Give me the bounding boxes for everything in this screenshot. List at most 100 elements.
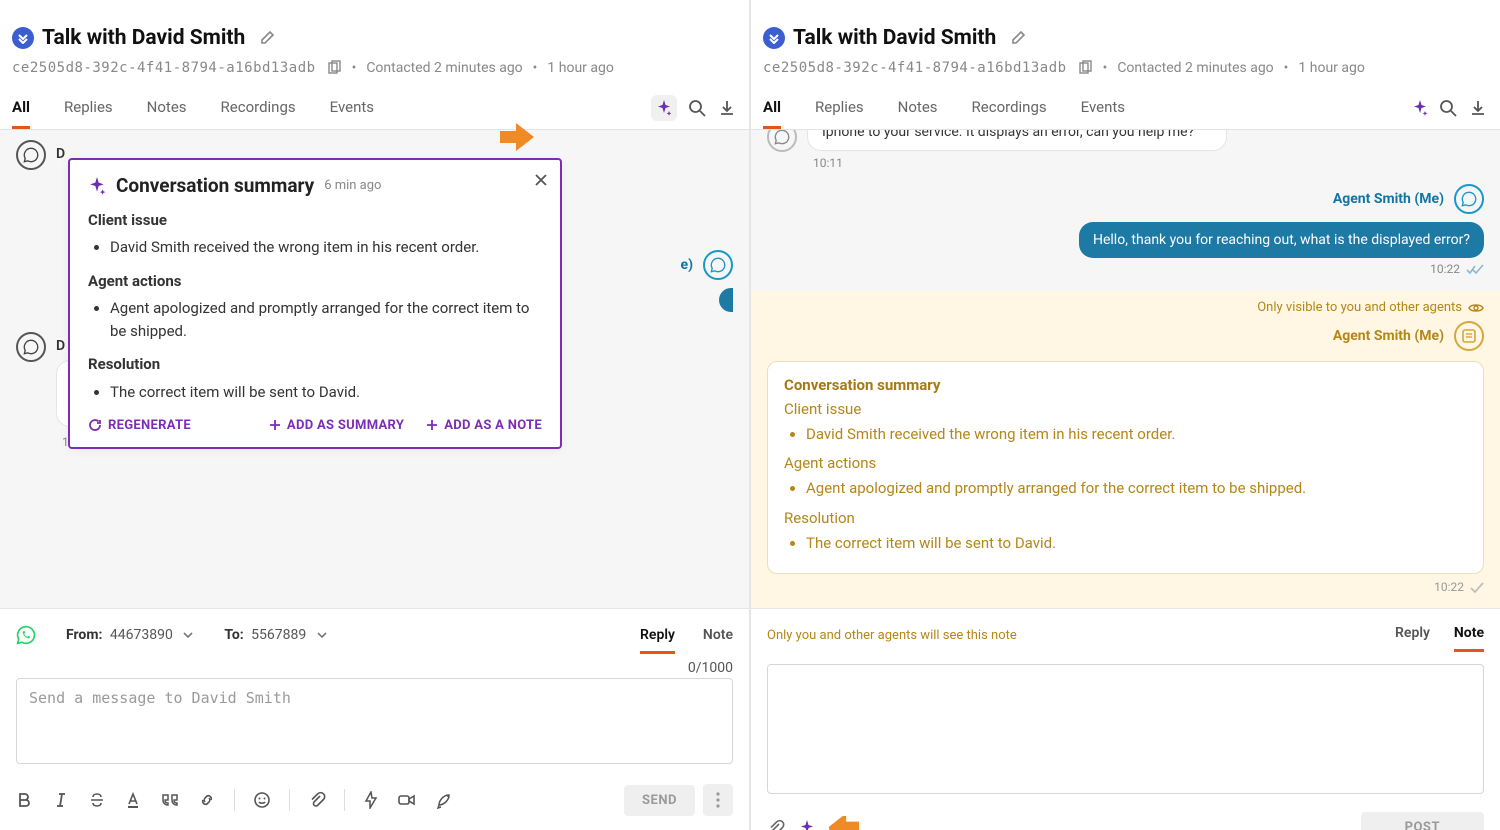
ai-summary-button[interactable] xyxy=(651,95,677,121)
download-icon[interactable] xyxy=(1468,98,1488,118)
tab-notes[interactable]: Notes xyxy=(147,86,187,129)
whatsapp-icon xyxy=(1454,184,1484,214)
composer-tab-note[interactable]: Note xyxy=(703,619,733,654)
post-button[interactable]: POST xyxy=(1361,812,1484,830)
add-as-summary-button[interactable]: ADD AS SUMMARY xyxy=(269,418,404,433)
attachment-icon[interactable] xyxy=(308,791,326,809)
composer-tab-reply[interactable]: Reply xyxy=(640,619,675,654)
ai-sparkle-icon[interactable] xyxy=(799,819,815,830)
tab-all[interactable]: All xyxy=(763,86,781,129)
status-age: 1 hour ago xyxy=(547,60,613,76)
whatsapp-icon xyxy=(16,332,46,362)
video-icon[interactable] xyxy=(397,791,417,809)
collapse-icon[interactable] xyxy=(763,27,785,49)
summary-section-label: Agent actions xyxy=(88,270,542,293)
from-field[interactable]: From: 44673890 xyxy=(66,627,194,643)
download-icon[interactable] xyxy=(717,98,737,118)
note-icon xyxy=(1454,321,1484,351)
send-more-button[interactable] xyxy=(703,784,733,816)
message-timestamp: 10:11 xyxy=(813,156,1484,170)
page-title: Talk with David Smith xyxy=(42,26,245,50)
char-counter: 0/1000 xyxy=(16,660,733,676)
sparkle-icon xyxy=(88,177,106,195)
note-title: Conversation summary xyxy=(784,374,1467,397)
launch-icon[interactable] xyxy=(435,791,453,809)
tab-events[interactable]: Events xyxy=(330,86,374,129)
add-as-note-button[interactable]: ADD AS A NOTE xyxy=(426,418,542,433)
agent-message: Hello, thank you for reaching out, what … xyxy=(1079,222,1484,258)
chevron-down-icon xyxy=(316,627,328,643)
note-item: The correct item will be sent to David. xyxy=(806,532,1467,555)
message-timestamp: 10:22 xyxy=(1430,262,1460,276)
copy-icon[interactable] xyxy=(1077,60,1093,76)
summary-age: 6 min ago xyxy=(324,178,381,193)
whatsapp-icon xyxy=(16,140,46,170)
agent-name-partial: e) xyxy=(681,257,693,273)
composer-tab-reply[interactable]: Reply xyxy=(1395,619,1430,652)
close-icon[interactable] xyxy=(534,172,548,188)
summary-section-label: Client issue xyxy=(88,209,542,232)
text-color-icon[interactable] xyxy=(124,791,142,809)
whatsapp-icon xyxy=(16,625,36,645)
bold-icon[interactable] xyxy=(16,791,34,809)
status-age: 1 hour ago xyxy=(1298,60,1364,76)
tab-replies[interactable]: Replies xyxy=(64,86,113,129)
delivered-check-icon xyxy=(1466,262,1484,276)
check-icon xyxy=(1470,580,1484,594)
edit-icon[interactable] xyxy=(1010,29,1028,47)
whatsapp-icon xyxy=(703,250,733,280)
note-hint: Only you and other agents will see this … xyxy=(767,628,1017,643)
quick-reply-icon[interactable] xyxy=(363,791,379,809)
conversation-summary-popup: Conversation summary 6 min ago Client is… xyxy=(68,158,562,449)
note-input[interactable] xyxy=(767,664,1484,794)
tab-replies[interactable]: Replies xyxy=(815,86,864,129)
tab-recordings[interactable]: Recordings xyxy=(972,86,1047,129)
record-id: ce2505d8-392c-4f41-8794-a16bd13adb xyxy=(12,60,316,76)
callout-arrow-right-icon xyxy=(500,123,534,151)
tab-events[interactable]: Events xyxy=(1081,86,1125,129)
agent-name: Agent Smith (Me) xyxy=(1333,191,1444,207)
note-card: Conversation summary Client issue David … xyxy=(767,361,1484,574)
note-author: Agent Smith (Me) xyxy=(1333,328,1444,344)
message-input[interactable] xyxy=(16,678,733,764)
summary-section-label: Resolution xyxy=(88,353,542,376)
record-id: ce2505d8-392c-4f41-8794-a16bd13adb xyxy=(763,60,1067,76)
quote-icon[interactable] xyxy=(160,791,180,809)
send-button[interactable]: SEND xyxy=(624,785,695,816)
callout-arrow-left-icon xyxy=(829,816,859,830)
edit-icon[interactable] xyxy=(259,29,277,47)
to-field[interactable]: To: 5567889 xyxy=(224,627,327,643)
note-section-label: Resolution xyxy=(784,507,1467,530)
eye-icon xyxy=(1468,300,1484,315)
chevron-down-icon xyxy=(182,627,194,643)
italic-icon[interactable] xyxy=(52,791,70,809)
note-visibility-label: Only visible to you and other agents xyxy=(1257,300,1462,315)
summary-item: David Smith received the wrong item in h… xyxy=(110,236,542,259)
note-item: Agent apologized and promptly arranged f… xyxy=(806,477,1467,500)
tab-notes[interactable]: Notes xyxy=(898,86,938,129)
emoji-icon[interactable] xyxy=(253,791,271,809)
summary-item: Agent apologized and promptly arranged f… xyxy=(110,297,542,344)
note-section-label: Agent actions xyxy=(784,452,1467,475)
page-title: Talk with David Smith xyxy=(793,26,996,50)
summary-item: The correct item will be sent to David. xyxy=(110,381,542,404)
customer-message: Iphone to your service. It displays an e… xyxy=(807,130,1227,151)
link-icon[interactable] xyxy=(198,791,216,809)
status-contacted: Contacted 2 minutes ago xyxy=(1117,60,1273,76)
note-item: David Smith received the wrong item in h… xyxy=(806,423,1467,446)
strikethrough-icon[interactable] xyxy=(88,791,106,809)
note-timestamp: 10:22 xyxy=(1434,580,1464,594)
note-section-label: Client issue xyxy=(784,398,1467,421)
regenerate-button[interactable]: REGENERATE xyxy=(88,418,191,433)
whatsapp-icon xyxy=(767,130,797,152)
search-icon[interactable] xyxy=(1438,98,1458,118)
copy-icon[interactable] xyxy=(326,60,342,76)
status-contacted: Contacted 2 minutes ago xyxy=(366,60,522,76)
collapse-icon[interactable] xyxy=(12,27,34,49)
tab-all[interactable]: All xyxy=(12,86,30,129)
tab-recordings[interactable]: Recordings xyxy=(221,86,296,129)
search-icon[interactable] xyxy=(687,98,707,118)
ai-summary-button[interactable] xyxy=(1412,100,1428,116)
attachment-icon[interactable] xyxy=(767,819,785,830)
composer-tab-note[interactable]: Note xyxy=(1454,619,1484,652)
